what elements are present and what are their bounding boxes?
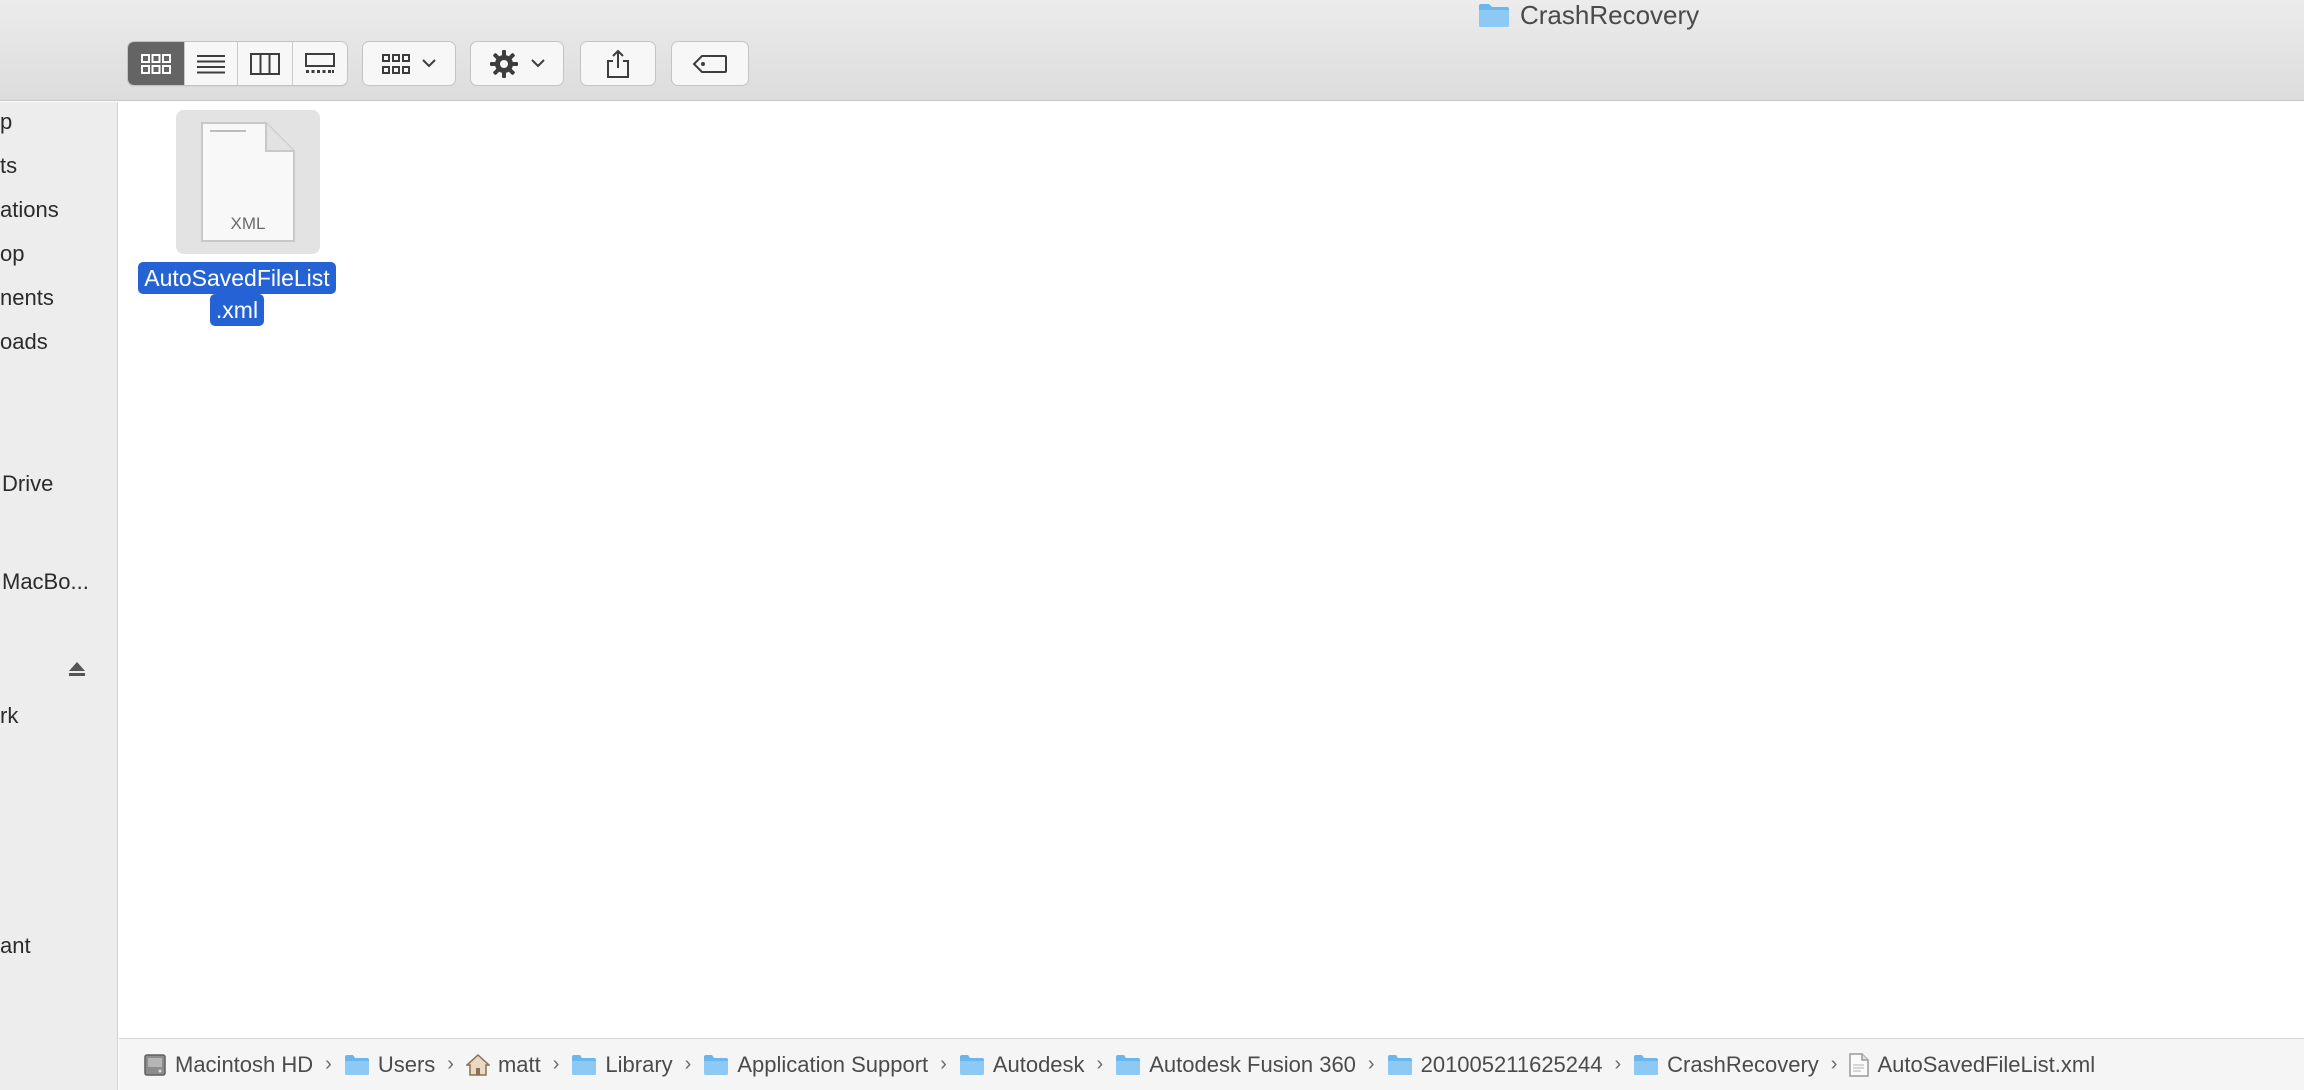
action-menu-button[interactable] [470, 41, 564, 86]
sidebar-item-label: Drive [2, 471, 54, 496]
finder-toolbar: CrashRecovery [0, 0, 2304, 101]
gallery-icon [305, 52, 335, 73]
sidebar-item-label: op [0, 241, 25, 266]
path-crumb-label: Macintosh HD [175, 1051, 314, 1077]
path-separator-icon: › [1830, 1053, 1838, 1075]
path-crumb-label: Library [605, 1051, 673, 1077]
file-name-line-1: AutoSavedFileList [138, 262, 336, 294]
sidebar-item-downloads[interactable]: oads [0, 327, 48, 357]
sidebar-item-icloud-drive[interactable]: Drive [2, 469, 53, 499]
gear-icon [490, 49, 518, 78]
sidebar-item-label: oads [0, 329, 48, 354]
sidebar-item-label: ts [0, 153, 18, 178]
path-crumb-autosavedfilelist[interactable]: AutoSavedFileList.xml [1849, 1052, 2095, 1078]
path-separator-icon: › [1614, 1053, 1622, 1075]
window-title-label: CrashRecovery [1520, 0, 1700, 30]
sidebar-item-label: ations [0, 197, 59, 222]
path-crumb-label: 201005211625244 [1420, 1051, 1603, 1077]
eject-icon[interactable] [68, 661, 86, 682]
path-crumb-library[interactable]: Library [571, 1051, 673, 1078]
window-title: CrashRecovery [1478, 0, 1699, 30]
path-crumb-users[interactable]: Users [344, 1052, 435, 1078]
share-icon [607, 49, 629, 78]
path-separator-icon: › [447, 1053, 454, 1075]
path-separator-icon: › [684, 1053, 692, 1075]
file-name-line-2: .xml [209, 294, 265, 326]
grid-group-icon [382, 53, 410, 74]
home-icon [465, 1053, 490, 1076]
path-crumb-autodesk[interactable]: Autodesk [959, 1052, 1085, 1078]
path-crumb-application-support[interactable]: Application Support [703, 1052, 928, 1078]
path-crumb-label: Autodesk [992, 1051, 1085, 1077]
path-crumb-session-folder[interactable]: 201005211625244 [1387, 1052, 1603, 1078]
sidebar-item-label: ant [0, 933, 31, 958]
sidebar-item-label: p [0, 109, 13, 134]
tag-icon [692, 54, 727, 73]
folder-icon [344, 1054, 369, 1075]
sidebar-item-network[interactable]: rk [0, 701, 18, 731]
folder-icon [1387, 1054, 1412, 1075]
sidebar-item-desktop[interactable]: op [0, 239, 24, 269]
sidebar-item-documents[interactable]: nents [0, 283, 54, 313]
path-crumb-label: Autodesk Fusion 360 [1149, 1051, 1356, 1077]
group-by-button[interactable] [362, 41, 456, 86]
path-separator-icon: › [325, 1053, 332, 1075]
sidebar-item-favorite-2[interactable]: ts [0, 151, 17, 181]
file-type-label: XML [231, 214, 266, 233]
folder-icon [572, 1054, 597, 1075]
sidebar-item-macbook[interactable]: MacBo... [2, 567, 89, 597]
file-thumbnail[interactable]: XML [176, 110, 320, 254]
folder-icon [1478, 2, 1510, 28]
xml-document-icon: XML [201, 122, 295, 242]
sidebar-item-label: rk [0, 703, 19, 728]
folder-icon [1116, 1054, 1141, 1075]
hard-drive-icon [144, 1053, 166, 1076]
sidebar-item-favorite-1[interactable]: p [0, 107, 12, 137]
path-separator-icon: › [940, 1053, 947, 1075]
folder-icon [1634, 1054, 1659, 1075]
sidebar-item-label: MacBo... [2, 569, 89, 594]
icon-view-button[interactable] [128, 42, 185, 85]
path-separator-icon: › [552, 1053, 560, 1075]
path-separator-icon: › [1367, 1053, 1375, 1075]
path-crumb-label: AutoSavedFileList.xml [1877, 1051, 2096, 1077]
columns-icon [250, 52, 280, 75]
sidebar-item-label: nents [0, 285, 54, 310]
chevron-down-icon [531, 59, 545, 68]
chevron-down-icon [422, 59, 436, 68]
view-mode-segmented-control [127, 41, 348, 86]
path-bar: Macintosh HD › Users › matt › Library › … [119, 1038, 2304, 1090]
path-crumb-label: Users [377, 1051, 436, 1077]
share-button[interactable] [580, 41, 656, 86]
path-crumb-label: matt [497, 1051, 541, 1077]
sidebar-item-applications[interactable]: ations [0, 195, 59, 225]
gallery-view-button[interactable] [293, 42, 347, 85]
file-name-label[interactable]: AutoSavedFileList .xml [129, 262, 345, 326]
path-crumb-matt[interactable]: matt [465, 1051, 541, 1078]
edit-tags-button[interactable] [671, 41, 749, 86]
column-view-button[interactable] [238, 42, 293, 85]
folder-icon [704, 1054, 729, 1075]
path-crumb-label: Application Support [737, 1051, 929, 1077]
path-separator-icon: › [1096, 1053, 1104, 1075]
path-crumb-macintosh-hd[interactable]: Macintosh HD [143, 1052, 313, 1078]
icon-grid-icon [141, 53, 171, 74]
sidebar-item-tag[interactable]: ant [0, 931, 31, 961]
document-icon [1849, 1052, 1870, 1077]
sidebar: p ts ations op nents oads Drive MacBo...… [0, 102, 118, 1090]
list-view-button[interactable] [185, 42, 238, 85]
folder-icon [959, 1054, 984, 1075]
list-lines-icon [197, 54, 225, 73]
path-crumb-crashrecovery[interactable]: CrashRecovery [1633, 1052, 1819, 1078]
file-browser-content[interactable]: XML AutoSavedFileList .xml [119, 102, 2304, 1038]
path-crumb-label: CrashRecovery [1667, 1051, 1819, 1077]
path-crumb-autodesk-fusion-360[interactable]: Autodesk Fusion 360 [1115, 1052, 1356, 1078]
